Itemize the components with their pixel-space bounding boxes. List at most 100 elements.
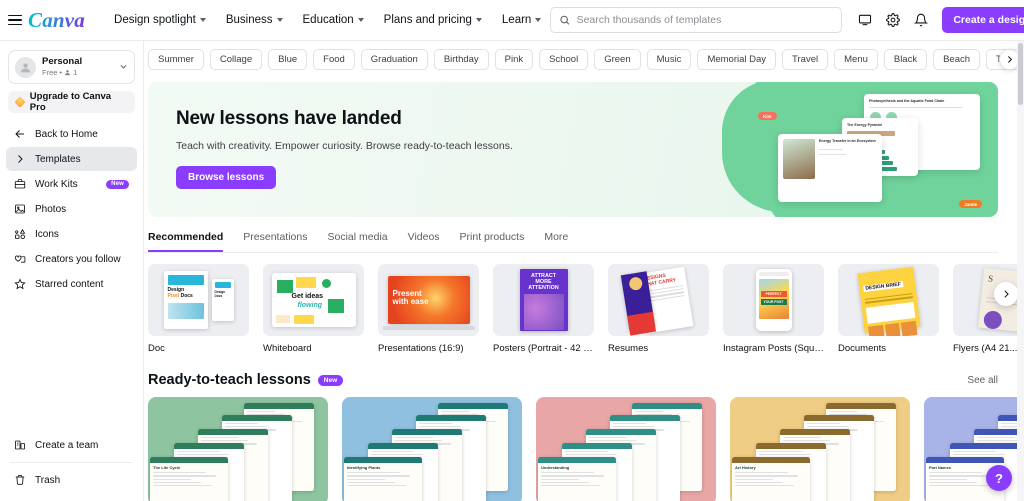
sidebar-item-label: Trash [35, 474, 61, 486]
collaborator-cursor-kim: Kim [758, 112, 777, 120]
category-card[interactable]: ATTRACT MORE ATTENTION Posters (Portrait - … [493, 264, 594, 354]
new-badge: New [317, 374, 344, 386]
categories-next-button[interactable] [994, 282, 1018, 306]
nav-label: Learn [501, 14, 532, 26]
sidebar-item-icons[interactable]: Icons [6, 222, 137, 246]
filter-chip[interactable]: Pink [494, 49, 534, 70]
account-name: Personal [42, 57, 83, 68]
collaborator-cursor-jamie: Jamie [959, 200, 982, 208]
filter-chips-row[interactable]: Summer Collage Blue Food Graduation Birthday P… [144, 49, 1024, 70]
sidebar-item-back-to-home[interactable]: Back to Home [6, 122, 137, 146]
nav-business[interactable]: Business [217, 8, 292, 32]
search-box[interactable] [550, 7, 843, 33]
filter-chip[interactable]: Green [594, 49, 641, 70]
sidebar-item-templates[interactable]: Templates [6, 147, 137, 171]
nav-education[interactable]: Education [294, 8, 373, 32]
content-tabs[interactable]: Recommended Presentations Social media Vide… [144, 217, 998, 253]
nav-learn[interactable]: Learn [493, 8, 550, 32]
star-icon [14, 278, 26, 290]
filter-chip[interactable]: Travel [782, 49, 829, 70]
nav-label: Education [302, 14, 354, 26]
tab-social-media[interactable]: Social media [328, 231, 388, 252]
search-container [550, 7, 843, 33]
help-button[interactable]: ? [986, 465, 1012, 491]
create-a-design-button[interactable]: Create a design [942, 7, 1024, 33]
filter-chip[interactable]: Blue [268, 49, 308, 70]
scrollbar-thumb[interactable] [1018, 43, 1023, 105]
lessons-carousel[interactable]: The Life Cycle Identifying Plants Understa… [144, 388, 1024, 501]
filter-chip[interactable]: Music [646, 49, 692, 70]
tab-more[interactable]: More [544, 231, 568, 252]
sidebar-item-creators-you-follow[interactable]: Creators you follow [6, 247, 137, 271]
sidebar-item-photos[interactable]: Photos [6, 197, 137, 221]
lesson-card[interactable]: Understanding [536, 397, 716, 501]
account-plan-label: Free [42, 67, 58, 77]
bell-icon[interactable] [908, 7, 934, 33]
tab-recommended[interactable]: Recommended [148, 231, 224, 252]
hero-banner[interactable]: New lessons have landed Teach with creat… [148, 82, 998, 217]
account-switcher[interactable]: Personal Free • 1 [8, 50, 135, 84]
category-thumbnail: DESIGN BRIEF [838, 264, 939, 336]
filter-chip[interactable]: Graduation [360, 49, 428, 70]
lesson-card-title: The Energy Pyramid [847, 123, 882, 127]
category-card[interactable]: S Flyers (A4 21... [953, 264, 1024, 354]
sidebar-item-label: Starred content [35, 278, 104, 290]
nav-design-spotlight[interactable]: Design spotlight [105, 8, 215, 32]
gear-icon[interactable] [880, 7, 906, 33]
main-content-area: Summer Collage Blue Food Graduation Birthday P… [144, 41, 1024, 501]
filter-chip[interactable]: Black [883, 49, 928, 70]
category-carousel[interactable]: Design Pixel Docs Design Docs Doc Get ideas fl… [144, 264, 1024, 354]
bullet-separator: • [59, 67, 63, 77]
lesson-card[interactable]: Art History [730, 397, 910, 501]
chevron-right-icon [1008, 56, 1013, 63]
filter-chip[interactable]: School [539, 49, 589, 70]
sidebar-item-trash[interactable]: Trash [6, 468, 137, 492]
filter-chip[interactable]: Food [313, 49, 355, 70]
lesson-card-title: Photosynthesis and the Aquatic Food Chai… [869, 99, 945, 103]
canva-app-window: Canva Design spotlight Business Educatio… [0, 0, 1024, 501]
browse-lessons-button[interactable]: Browse lessons [176, 166, 277, 189]
search-input[interactable] [576, 14, 834, 26]
filter-chip[interactable]: Birthday [433, 49, 489, 70]
lesson-card[interactable]: The Life Cycle [148, 397, 328, 501]
category-card[interactable]: DESIGNS THAT CARRY Resumes [608, 264, 709, 354]
filter-chip[interactable]: Beach [933, 49, 981, 70]
category-thumbnail: PERFECT YOUR POST [723, 264, 824, 336]
sidebar-item-starred-content[interactable]: Starred content [6, 272, 137, 296]
hero-illustration: Photosynthesis and the Aquatic Food Chai… [758, 94, 982, 208]
tab-presentations[interactable]: Presentations [243, 231, 307, 252]
account-text: Personal Free • 1 [42, 57, 82, 77]
chevron-down-icon [475, 18, 482, 22]
nav-plans-and-pricing[interactable]: Plans and pricing [375, 8, 491, 32]
category-card[interactable]: Get ideas flowing Whiteboard [263, 264, 364, 354]
canva-logo[interactable]: Canva [28, 8, 89, 33]
filter-chip[interactable]: Collage [209, 49, 263, 70]
new-badge: New [106, 179, 129, 189]
sidebar-item-create-a-team[interactable]: Create a team [6, 433, 137, 457]
category-card[interactable]: Design Pixel Docs Design Docs Doc [148, 264, 249, 354]
chevron-down-icon [357, 18, 364, 22]
chevron-right-icon [1004, 290, 1009, 298]
category-label: Doc [148, 343, 165, 354]
lesson-card[interactable]: Identifying Plants [342, 397, 522, 501]
vertical-scrollbar[interactable] [1017, 41, 1024, 501]
display-icon[interactable] [852, 7, 878, 33]
category-thumbnail: Design Pixel Docs Design Docs [148, 264, 249, 336]
chevron-down-icon [276, 18, 283, 22]
tab-print-products[interactable]: Print products [460, 231, 525, 252]
filter-chip[interactable]: Summer [148, 49, 204, 70]
category-card[interactable]: PERFECT YOUR POST Instagram Posts (Square) [723, 264, 824, 354]
filter-chip[interactable]: Memorial Day [697, 49, 777, 70]
category-card[interactable]: Present with ease Presentations (16:9) [378, 264, 479, 354]
category-thumbnail: Get ideas flowing [263, 264, 364, 336]
sidebar-item-work-kits[interactable]: Work Kits New [6, 172, 137, 196]
tab-videos[interactable]: Videos [408, 231, 440, 252]
chevron-down-icon [119, 58, 128, 76]
category-card[interactable]: DESIGN BRIEF Documents [838, 264, 939, 354]
see-all-link[interactable]: See all [967, 375, 998, 386]
filter-chip[interactable]: Menu [834, 49, 878, 70]
lesson-sheet-title: Identifying Plants [347, 465, 381, 470]
hamburger-icon[interactable] [8, 14, 22, 26]
ready-to-teach-header: Ready-to-teach lessons New See all [144, 354, 1024, 388]
upgrade-to-canva-pro-button[interactable]: Upgrade to Canva Pro [8, 91, 135, 113]
